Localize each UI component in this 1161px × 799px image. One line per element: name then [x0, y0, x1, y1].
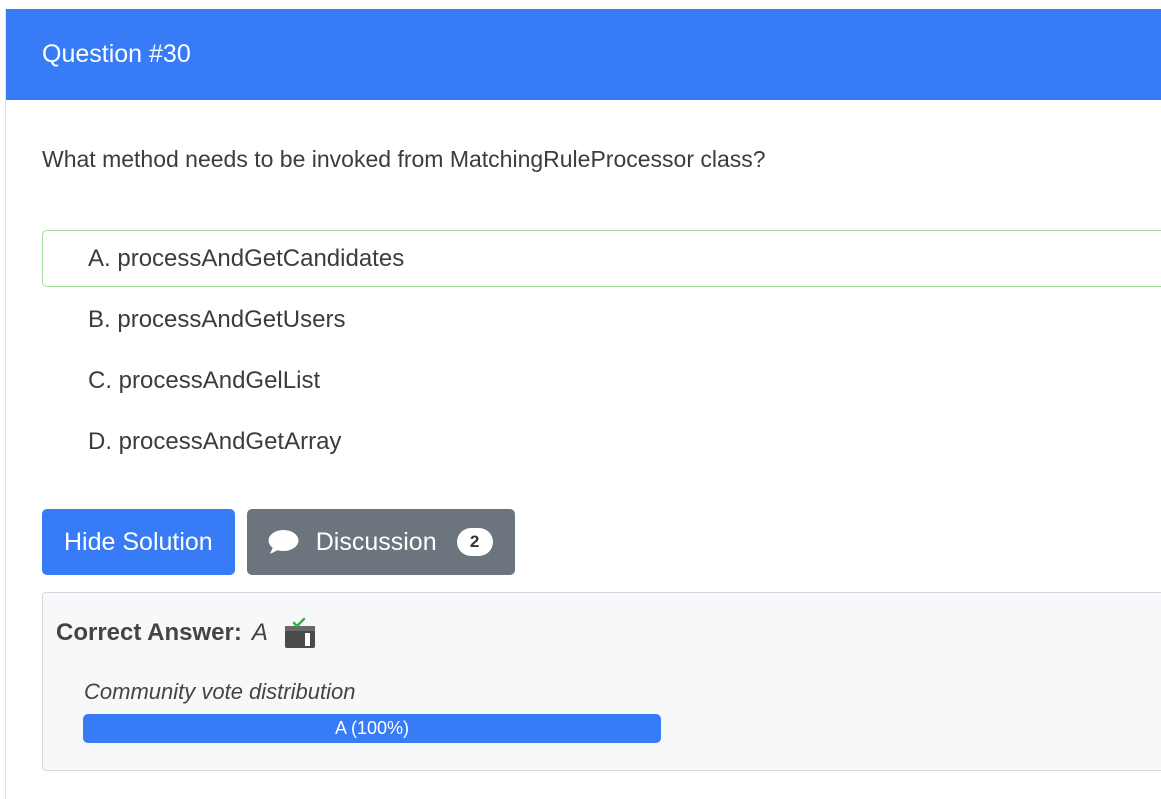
choice-letter: D.	[88, 427, 112, 455]
answer-reveal-icon[interactable]	[284, 617, 316, 649]
choice-letter: B.	[88, 305, 111, 333]
action-buttons: Hide Solution Discussion 2	[42, 509, 515, 575]
discussion-button[interactable]: Discussion 2	[246, 509, 515, 575]
choice-text: processAndGetUsers	[117, 305, 346, 333]
choice-d[interactable]: D. processAndGetArray	[42, 413, 1161, 470]
discussion-count-badge: 2	[456, 528, 493, 556]
answer-box: Correct Answer: A Community vote distrib…	[42, 592, 1161, 771]
choice-letter: A.	[88, 244, 111, 272]
choice-c[interactable]: C. processAndGelList	[42, 352, 1161, 409]
choice-b[interactable]: B. processAndGetUsers	[42, 291, 1161, 348]
choice-text: processAndGetCandidates	[117, 244, 405, 272]
choice-a[interactable]: A. processAndGetCandidates	[42, 230, 1161, 287]
correct-answer-label: Correct Answer:	[56, 619, 242, 646]
question-header: Question #30	[6, 9, 1161, 100]
correct-answer: Correct Answer: A	[56, 617, 316, 649]
correct-answer-value: A	[251, 619, 268, 646]
hide-solution-button[interactable]: Hide Solution	[42, 509, 235, 575]
choice-letter: C.	[88, 366, 112, 394]
vote-bar: A (100%)	[83, 714, 661, 743]
vote-bar-fill: A (100%)	[83, 714, 661, 743]
comment-icon	[268, 530, 299, 554]
vote-distribution-title: Community vote distribution	[84, 679, 356, 704]
discussion-label: Discussion	[315, 527, 437, 556]
question-number: Question #30	[42, 40, 191, 68]
question-text: What method needs to be invoked from Mat…	[42, 146, 766, 172]
choice-text: processAndGetArray	[118, 427, 342, 455]
question-card: Question #30 What method needs to be inv…	[5, 9, 1161, 799]
choices-list: A. processAndGetCandidates B. processAnd…	[42, 230, 1161, 474]
choice-text: processAndGelList	[118, 366, 321, 394]
